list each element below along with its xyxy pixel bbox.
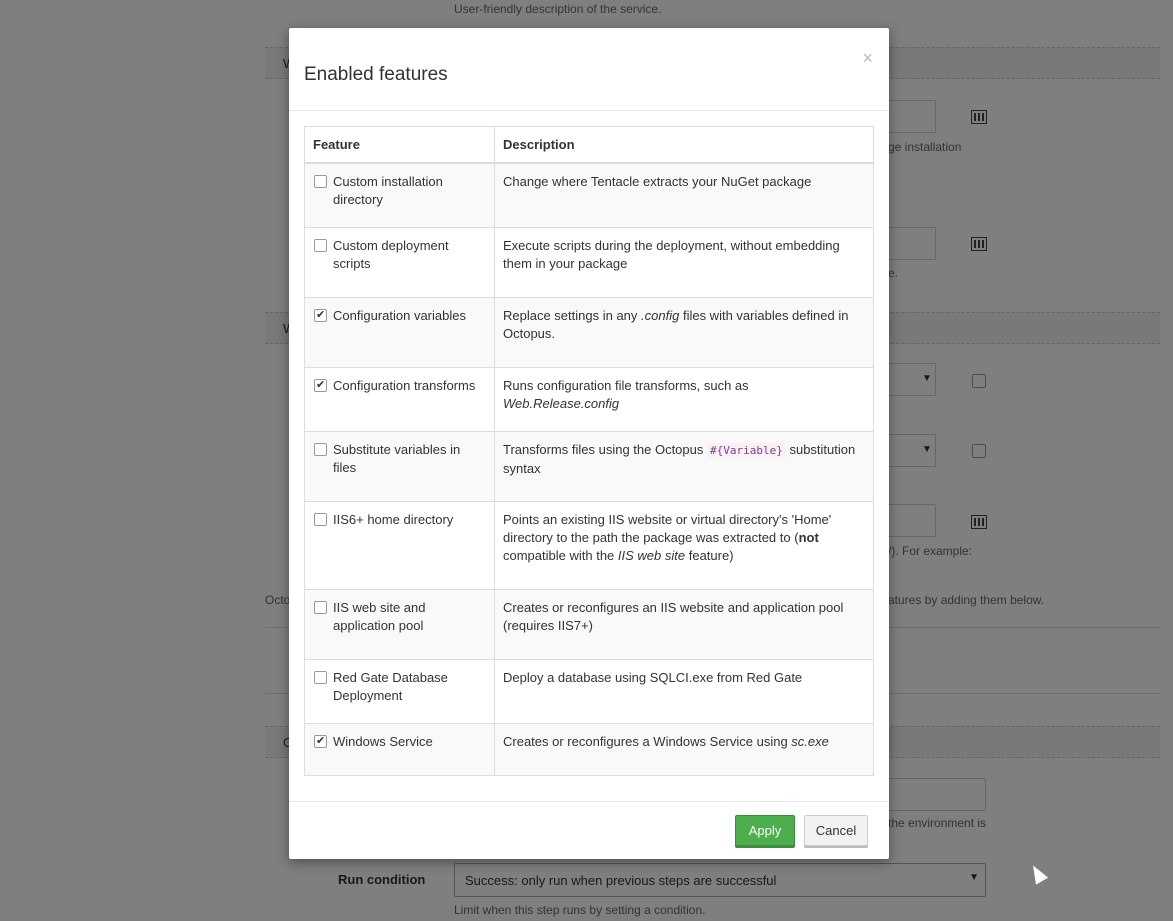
feature-description: Creates or reconfigures an IIS website a… bbox=[494, 589, 874, 660]
feature-name[interactable]: Substitute variables in files bbox=[333, 442, 460, 475]
feature-checkbox[interactable] bbox=[314, 513, 327, 526]
feature-checkbox[interactable] bbox=[314, 443, 327, 456]
description-em: .config bbox=[641, 308, 680, 323]
description-mid: compatible with the bbox=[503, 548, 618, 563]
feature-name[interactable]: Windows Service bbox=[333, 734, 433, 749]
feature-cell: Configuration variables bbox=[304, 297, 495, 368]
description-text: Change where Tentacle extracts your NuGe… bbox=[503, 174, 812, 189]
feature-name[interactable]: Custom deployment scripts bbox=[333, 238, 449, 271]
feature-row: IIS6+ home directory Points an existing I… bbox=[304, 501, 874, 590]
feature-cell: IIS web site and application pool bbox=[304, 589, 495, 660]
feature-row: Custom deployment scripts Execute scripts… bbox=[304, 227, 874, 298]
description-code: #{Variable} bbox=[707, 443, 786, 458]
feature-name[interactable]: IIS web site and application pool bbox=[333, 600, 426, 633]
feature-description: Creates or reconfigures a Windows Servic… bbox=[494, 723, 874, 776]
description-pre: Runs configuration file transforms, such… bbox=[503, 378, 749, 393]
feature-name[interactable]: Custom installation directory bbox=[333, 174, 443, 207]
apply-button[interactable]: Apply bbox=[735, 815, 795, 846]
description-strong: not bbox=[798, 530, 819, 545]
feature-checkbox[interactable] bbox=[314, 671, 327, 684]
feature-description: Replace settings in any .config files wi… bbox=[494, 297, 874, 368]
feature-checkbox[interactable] bbox=[314, 306, 327, 324]
cancel-button[interactable]: Cancel bbox=[804, 815, 868, 846]
column-header-description: Description bbox=[494, 126, 874, 164]
feature-checkbox[interactable] bbox=[314, 376, 327, 394]
feature-cell: Red Gate Database Deployment bbox=[304, 659, 495, 724]
feature-name[interactable]: Configuration variables bbox=[333, 308, 466, 323]
feature-description: Runs configuration file transforms, such… bbox=[494, 367, 874, 432]
feature-row: Configuration transforms Runs configurati… bbox=[304, 367, 874, 432]
feature-cell: Custom installation directory bbox=[304, 162, 495, 228]
close-icon[interactable]: × bbox=[862, 48, 873, 69]
description-pre: Transforms files using the Octopus bbox=[503, 442, 707, 457]
feature-checkbox[interactable] bbox=[314, 601, 327, 614]
description-text: Creates or reconfigures an IIS website a… bbox=[503, 600, 844, 633]
feature-name[interactable]: Configuration transforms bbox=[333, 378, 475, 393]
feature-row: Configuration variables Replace settings … bbox=[304, 297, 874, 368]
feature-cell: Substitute variables in files bbox=[304, 431, 495, 502]
description-em: IIS web site bbox=[617, 548, 686, 563]
feature-cell: Custom deployment scripts bbox=[304, 227, 495, 298]
description-pre: Replace settings in any bbox=[503, 308, 642, 323]
feature-description: Execute scripts during the deployment, w… bbox=[494, 227, 874, 298]
description-post: feature) bbox=[685, 548, 734, 563]
description-em: sc.exe bbox=[791, 734, 829, 749]
feature-cell: IIS6+ home directory bbox=[304, 501, 495, 590]
features-table: Feature Description Custom installation … bbox=[304, 126, 874, 776]
feature-description: Transforms files using the Octopus #{Var… bbox=[494, 431, 874, 502]
description-text: Deploy a database using SQLCI.exe from R… bbox=[503, 670, 803, 685]
enabled-features-dialog: Enabled features × Feature Description C… bbox=[289, 28, 889, 859]
feature-checkbox[interactable] bbox=[314, 732, 327, 750]
modal-title: Enabled features bbox=[304, 64, 448, 85]
description-em: Web.Release.config bbox=[503, 396, 620, 411]
feature-row: Substitute variables in files Transforms … bbox=[304, 431, 874, 502]
feature-checkbox[interactable] bbox=[314, 239, 327, 252]
feature-description: Deploy a database using SQLCI.exe from R… bbox=[494, 659, 874, 724]
feature-name[interactable]: IIS6+ home directory bbox=[333, 512, 453, 527]
feature-row: Windows Service Creates or reconfigures a… bbox=[304, 723, 874, 776]
description-pre: Points an existing IIS website or virtua… bbox=[503, 512, 832, 545]
feature-cell: Windows Service bbox=[304, 723, 495, 776]
feature-checkbox[interactable] bbox=[314, 175, 327, 188]
feature-row: Custom installation directory Change wher… bbox=[304, 162, 874, 228]
feature-row: IIS web site and application pool Creates… bbox=[304, 589, 874, 660]
description-text: Execute scripts during the deployment, w… bbox=[503, 238, 840, 271]
feature-cell: Configuration transforms bbox=[304, 367, 495, 432]
feature-name[interactable]: Red Gate Database Deployment bbox=[333, 670, 448, 703]
description-pre: Creates or reconfigures a Windows Servic… bbox=[503, 734, 792, 749]
feature-description: Change where Tentacle extracts your NuGe… bbox=[494, 162, 874, 228]
table-header-row: Feature Description bbox=[304, 126, 874, 164]
modal-footer: Apply Cancel bbox=[289, 801, 889, 860]
feature-row: Red Gate Database Deployment Deploy a dat… bbox=[304, 659, 874, 724]
modal-header: Enabled features × bbox=[289, 28, 889, 111]
column-header-feature: Feature bbox=[304, 126, 495, 164]
feature-description: Points an existing IIS website or virtua… bbox=[494, 501, 874, 590]
